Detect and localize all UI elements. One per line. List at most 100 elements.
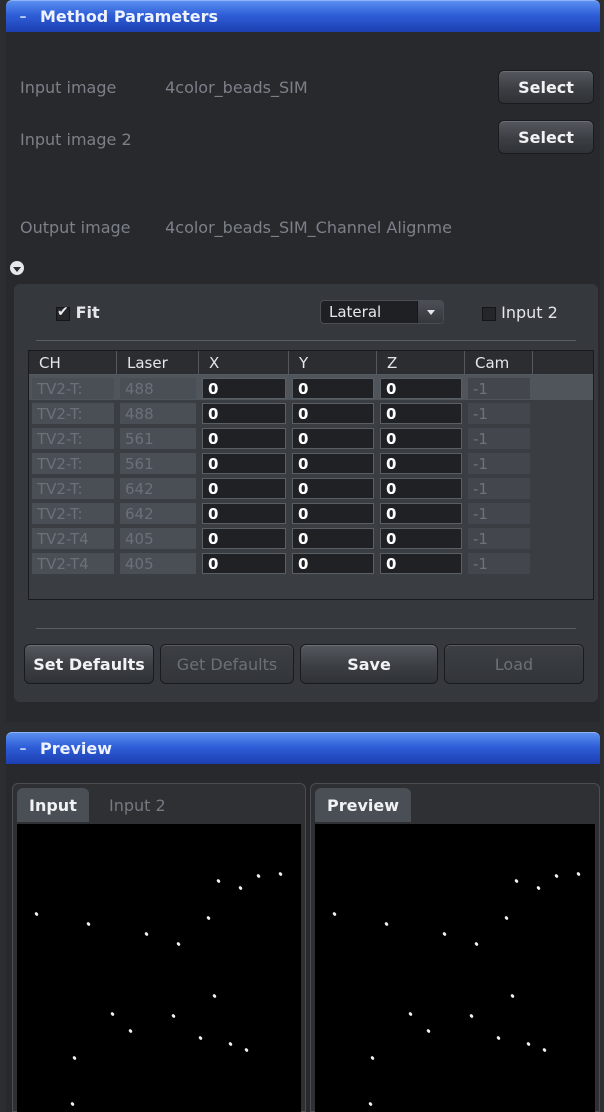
y-offset-input[interactable]: 0 xyxy=(292,528,374,549)
z-offset-input[interactable]: 0 xyxy=(380,528,462,549)
z-offset-input[interactable]: 0 xyxy=(380,428,462,449)
bead-spot xyxy=(536,885,541,891)
y-offset-input[interactable]: 0 xyxy=(292,453,374,474)
input-image-viewer[interactable] xyxy=(17,824,301,1112)
chevron-down-icon[interactable] xyxy=(417,301,443,323)
table-row[interactable]: TV2-T: 488 0 0 0 -1 xyxy=(29,400,593,425)
input2-label: Input 2 xyxy=(501,303,558,322)
preview-image-viewer[interactable] xyxy=(315,824,595,1112)
channel-cell: TV2-T: xyxy=(32,403,114,424)
output-image-label: Output image xyxy=(20,218,131,237)
fit-label: Fit xyxy=(75,303,100,322)
x-offset-input[interactable]: 0 xyxy=(202,403,286,424)
cam-cell: -1 xyxy=(468,503,530,524)
collapse-icon[interactable]: – xyxy=(6,9,40,25)
bead-spot xyxy=(212,993,217,999)
y-offset-input[interactable]: 0 xyxy=(292,478,374,499)
table-row[interactable]: TV2-T4 405 0 0 0 -1 xyxy=(29,525,593,550)
y-offset-input[interactable]: 0 xyxy=(292,403,374,424)
select-input-image2-button[interactable]: Select xyxy=(498,120,594,154)
table-body: TV2-T: 488 0 0 0 -1 TV2-T: 488 0 0 0 -1 TV2-T: 561 0 0 0… xyxy=(29,375,593,575)
col-x: X xyxy=(199,351,289,374)
bead-spot xyxy=(86,921,91,927)
bead-spot xyxy=(526,1041,531,1047)
tab-preview[interactable]: Preview xyxy=(315,788,412,822)
alignment-mode-value: Lateral xyxy=(329,303,382,321)
channel-cell: TV2-T: xyxy=(32,453,114,474)
tab-input[interactable]: Input xyxy=(17,788,89,822)
get-defaults-button[interactable]: Get Defaults xyxy=(160,644,294,684)
table-row[interactable]: TV2-T4 405 0 0 0 -1 xyxy=(29,550,593,575)
cam-cell: -1 xyxy=(468,453,530,474)
table-header: CH Laser X Y Z Cam xyxy=(29,351,593,375)
bead-spot xyxy=(408,1011,413,1017)
laser-cell: 642 xyxy=(120,503,196,524)
bead-spot xyxy=(576,871,581,877)
table-row[interactable]: TV2-T: 561 0 0 0 -1 xyxy=(29,450,593,475)
input-image-row: Input image 4color_beads_SIM xyxy=(20,78,308,97)
bead-spot xyxy=(426,1028,431,1034)
cam-cell: -1 xyxy=(468,478,530,499)
load-button[interactable]: Load xyxy=(444,644,584,684)
channel-cell: TV2-T: xyxy=(32,428,114,449)
alignment-mode-dropdown[interactable]: Lateral xyxy=(320,300,444,324)
alignment-options-panel: Fit Lateral Input 2 CH Laser X Y Z Cam T… xyxy=(14,284,598,702)
table-row[interactable]: TV2-T: 642 0 0 0 -1 xyxy=(29,475,593,500)
fit-option[interactable]: Fit xyxy=(56,303,100,322)
bead-spot xyxy=(332,911,337,917)
save-button[interactable]: Save xyxy=(300,644,438,684)
x-offset-input[interactable]: 0 xyxy=(202,453,286,474)
bead-spot xyxy=(72,1055,77,1061)
z-offset-input[interactable]: 0 xyxy=(380,378,462,399)
bead-spot xyxy=(384,921,389,927)
y-offset-input[interactable]: 0 xyxy=(292,553,374,574)
x-offset-input[interactable]: 0 xyxy=(202,378,286,399)
table-row[interactable]: TV2-T: 561 0 0 0 -1 xyxy=(29,425,593,450)
x-offset-input[interactable]: 0 xyxy=(202,553,286,574)
x-offset-input[interactable]: 0 xyxy=(202,428,286,449)
tab-input2[interactable]: Input 2 xyxy=(97,788,178,822)
bead-spot xyxy=(554,873,559,879)
bead-spot xyxy=(469,1013,474,1019)
table-row[interactable]: TV2-T: 488 0 0 0 -1 xyxy=(29,375,593,400)
channel-cell: TV2-T: xyxy=(32,378,114,399)
fit-checkbox[interactable] xyxy=(56,304,70,321)
y-offset-input[interactable]: 0 xyxy=(292,378,374,399)
bead-spot xyxy=(542,1047,547,1053)
laser-cell: 405 xyxy=(120,528,196,549)
x-offset-input[interactable]: 0 xyxy=(202,478,286,499)
x-offset-input[interactable]: 0 xyxy=(202,503,286,524)
z-offset-input[interactable]: 0 xyxy=(380,403,462,424)
z-offset-input[interactable]: 0 xyxy=(380,503,462,524)
set-defaults-button[interactable]: Set Defaults xyxy=(24,644,154,684)
bead-spot xyxy=(496,1035,501,1041)
method-parameters-title: Method Parameters xyxy=(40,7,219,26)
z-offset-input[interactable]: 0 xyxy=(380,553,462,574)
input2-checkbox[interactable] xyxy=(482,306,496,321)
method-parameters-header[interactable]: – Method Parameters xyxy=(6,0,600,32)
bead-spot xyxy=(368,1101,373,1107)
preview-header[interactable]: – Preview xyxy=(6,732,600,764)
output-preview-pane: Preview xyxy=(310,783,600,1112)
x-offset-input[interactable]: 0 xyxy=(202,528,286,549)
z-offset-input[interactable]: 0 xyxy=(380,478,462,499)
channel-table: CH Laser X Y Z Cam TV2-T: 488 0 0 0 -1 TV2-T: 4… xyxy=(28,350,594,600)
input-preview-pane: Input Input 2 xyxy=(12,783,306,1112)
cam-cell: -1 xyxy=(468,403,530,424)
input-image2-row: Input image 2 xyxy=(20,130,160,149)
bead-spot xyxy=(34,911,39,917)
bead-spot xyxy=(110,1011,115,1017)
input2-option[interactable]: Input 2 xyxy=(482,303,558,322)
laser-cell: 561 xyxy=(120,453,196,474)
collapse-icon[interactable]: – xyxy=(6,741,40,757)
laser-cell: 488 xyxy=(120,378,196,399)
channel-cell: TV2-T4 xyxy=(32,528,114,549)
y-offset-input[interactable]: 0 xyxy=(292,428,374,449)
y-offset-input[interactable]: 0 xyxy=(292,503,374,524)
output-image-value: 4color_beads_SIM_Channel Alignme xyxy=(165,218,452,237)
z-offset-input[interactable]: 0 xyxy=(380,453,462,474)
select-input-image-button[interactable]: Select xyxy=(498,70,594,104)
bead-spot xyxy=(510,993,515,999)
expand-options-icon[interactable] xyxy=(10,261,24,275)
table-row[interactable]: TV2-T: 642 0 0 0 -1 xyxy=(29,500,593,525)
